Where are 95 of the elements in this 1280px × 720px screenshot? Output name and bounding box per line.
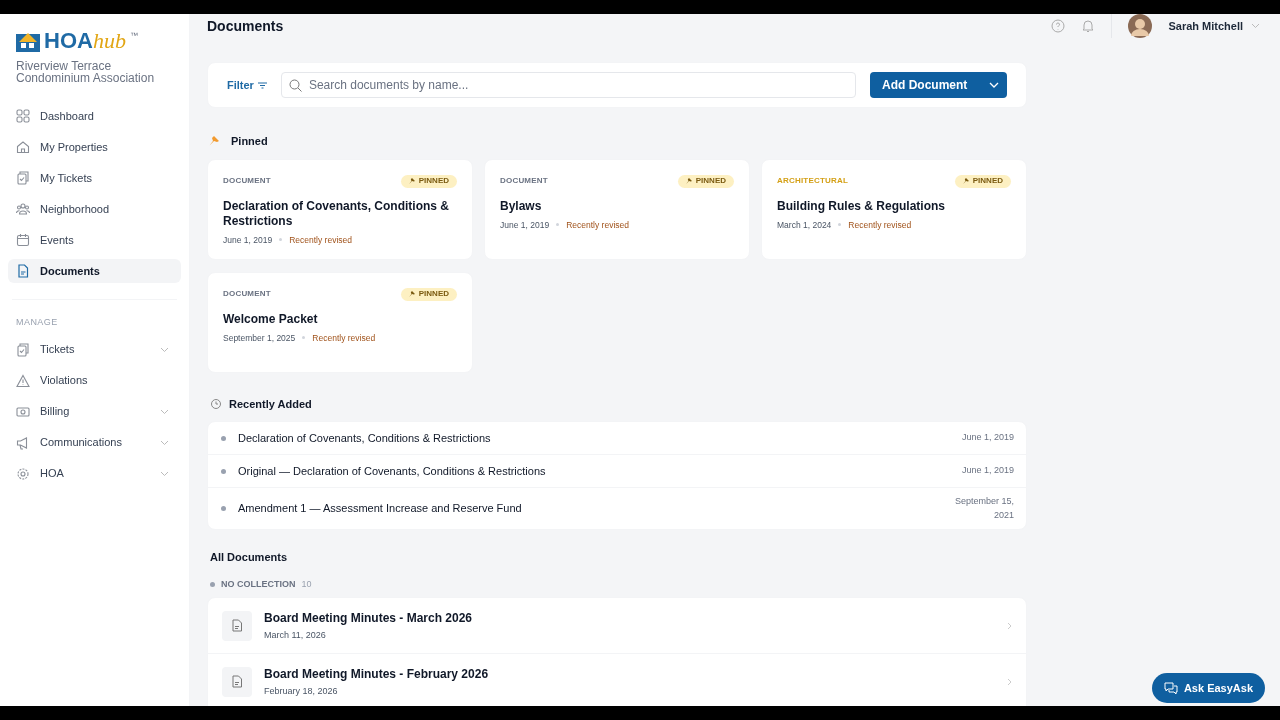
list-row[interactable]: Amendment 1 — Assessment Increase and Reserve Fund September 15, 2021 (208, 488, 1026, 529)
document-title: Bylaws (500, 198, 543, 214)
nav-item[interactable]: Tickets (8, 337, 181, 362)
grid-icon (16, 109, 30, 123)
chevron-right-icon (1007, 621, 1012, 630)
category-label: DOCUMENT (500, 175, 548, 187)
document-date: September 1, 2025 (223, 331, 296, 345)
pin-icon (962, 178, 969, 184)
filter-button[interactable]: Filter (227, 76, 267, 94)
document-title: Amendment 1 — Assessment Increase and Reserve Fund (238, 501, 523, 517)
document-date: June 1, 2019 (960, 464, 1014, 478)
revision-status: Recently revised (566, 218, 629, 232)
add-document-button[interactable]: Add Document (870, 72, 1007, 98)
document-date: February 18, 2026 (264, 684, 339, 698)
section-heading: Recently Added (229, 396, 312, 412)
avatar[interactable] (1128, 14, 1153, 38)
chevron-right-icon (1007, 677, 1012, 686)
category-label: ARCHITECTURAL (777, 175, 849, 187)
document-date: March 11, 2026 (264, 628, 327, 642)
pinned-badge: PINNED (400, 287, 457, 301)
file-icon (222, 610, 252, 641)
chevron-down-icon (1251, 23, 1260, 29)
pinned-badge: PINNED (677, 174, 734, 188)
chat-icon (1163, 681, 1178, 695)
section-heading: Pinned (231, 134, 268, 149)
document-title: Building Rules & Regulations (777, 198, 946, 214)
chevron-down-icon (989, 82, 999, 88)
logo-script-text: hub (92, 30, 126, 52)
home-icon (16, 140, 30, 154)
notification-bell-icon[interactable] (1081, 19, 1096, 33)
document-row[interactable]: Board Meeting Minutes - February 2026 February 18, 2026 (208, 654, 1026, 706)
cash-icon (16, 404, 30, 419)
document-title: Board Meeting Minutes - February 2026 (264, 665, 490, 683)
document-icon (16, 264, 30, 278)
page-title: Documents (207, 16, 284, 36)
document-date: June 1, 2019 (960, 431, 1014, 445)
document-card[interactable]: DOCUMENT PINNED Welcome Packet September 1, 2025 Recently revised (207, 271, 473, 373)
pin-icon (209, 136, 219, 147)
count: 10 (301, 577, 312, 591)
document-date: September 15, 2021 (953, 495, 1014, 522)
collection-label: NO COLLECTION (221, 577, 296, 591)
document-date: March 1, 2024 (777, 218, 832, 232)
list-row[interactable]: Original — Declaration of Covenants, Conditions & Restrictions June 1, 2019 (208, 455, 1026, 488)
document-card[interactable]: DOCUMENT PINNED Bylaws June 1, 2019 Recently revised (484, 158, 750, 260)
document-date: June 1, 2019 (223, 233, 273, 247)
filter-icon (257, 81, 267, 89)
document-card[interactable]: ARCHITECTURAL PINNED Building Rules & Regulations March 1, 2024 Recently revised (761, 158, 1027, 260)
category-label: DOCUMENT (223, 288, 271, 300)
search-icon (288, 79, 302, 92)
nav-item[interactable]: Events (8, 228, 181, 252)
document-title: Welcome Packet (223, 311, 319, 327)
trademark-mark: ™ (129, 30, 138, 42)
document-title: Declaration of Covenants, Conditions & Restrictions (238, 430, 492, 446)
nav-item[interactable]: Documents (8, 259, 181, 283)
association-name: Riverview Terrace Condominium Association (15, 60, 156, 84)
nav-item[interactable]: Violations (8, 368, 181, 393)
warning-icon (16, 373, 30, 388)
pinned-badge: PINNED (954, 174, 1011, 188)
section-heading: All Documents (210, 550, 288, 565)
logo-icon (16, 30, 40, 52)
pin-icon (408, 178, 415, 184)
nav-item[interactable]: Communications (8, 430, 181, 455)
user-menu[interactable]: Sarah Mitchell (1168, 17, 1260, 35)
pin-icon (408, 291, 415, 297)
document-date: June 1, 2019 (500, 218, 550, 232)
document-row[interactable]: Board Meeting Minutes - March 2026 March 11, 2026 (208, 598, 1026, 654)
megaphone-icon (16, 435, 30, 450)
list-row[interactable]: Declaration of Covenants, Conditions & Restrictions June 1, 2019 (208, 422, 1026, 455)
nav-item[interactable]: My Tickets (8, 166, 181, 190)
section-label: MANAGE (15, 316, 59, 329)
document-title: Declaration of Covenants, Conditions & Restrictions (223, 198, 451, 229)
clipboard-icon (16, 171, 30, 185)
revision-status: Recently revised (312, 331, 376, 345)
calendar-icon (16, 233, 30, 247)
clipboard-icon (16, 342, 30, 357)
nav-item[interactable]: My Properties (8, 135, 181, 159)
clock-icon (211, 398, 221, 409)
document-title: Original — Declaration of Covenants, Conditions & Restrictions (238, 463, 547, 479)
ask-easyask-button[interactable]: Ask EasyAsk (1151, 673, 1265, 703)
help-icon[interactable] (1051, 19, 1066, 33)
nav-item[interactable]: Billing (8, 399, 181, 424)
pinned-badge: PINNED (400, 174, 457, 188)
nav-item[interactable]: HOA (8, 461, 181, 486)
document-title: Board Meeting Minutes - March 2026 (264, 609, 474, 627)
revision-status: Recently revised (848, 218, 912, 232)
people-icon (16, 202, 30, 216)
file-icon (222, 666, 252, 697)
category-label: DOCUMENT (223, 175, 271, 187)
document-card[interactable]: DOCUMENT PINNED Declaration of Covenants, Conditions & Restrictions June 1, 2019 Recently revised (207, 158, 473, 260)
logo-text: HOA (44, 30, 93, 52)
search-field[interactable]: Search documents by name... (280, 72, 856, 98)
pin-icon (685, 178, 692, 184)
revision-status: Recently revised (289, 233, 352, 247)
nav-item[interactable]: Dashboard (8, 104, 181, 128)
nav-item[interactable]: Neighborhood (8, 197, 181, 221)
